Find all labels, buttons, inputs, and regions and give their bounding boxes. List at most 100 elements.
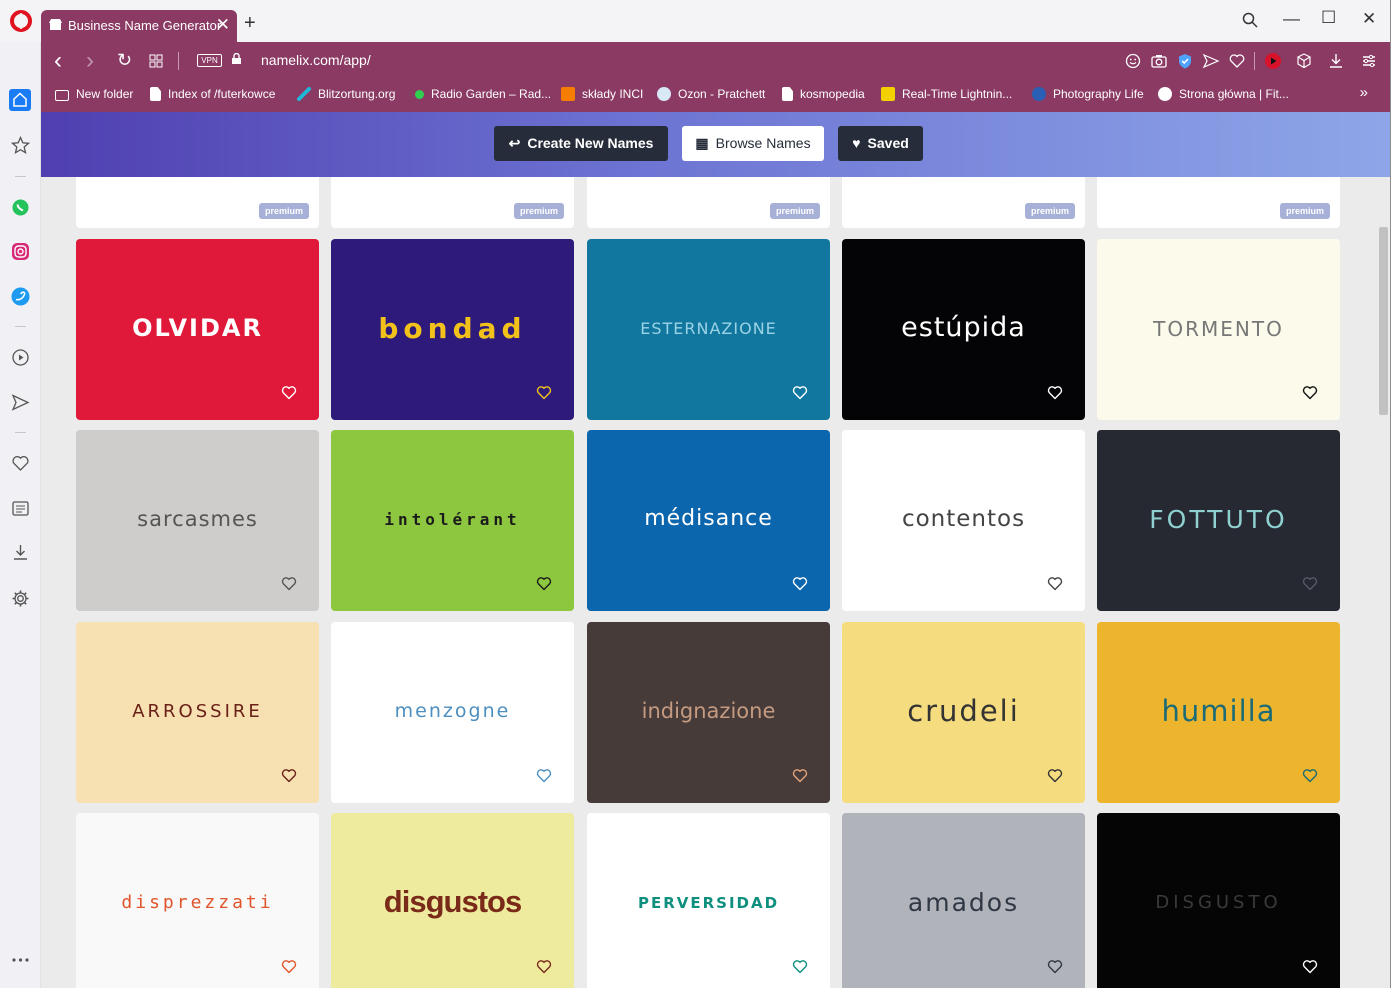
- name-card[interactable]: FOTTUTO: [1097, 430, 1340, 611]
- name-card[interactable]: estúpida: [842, 239, 1085, 420]
- save-heart-icon[interactable]: [792, 576, 808, 591]
- easy-setup-menu-icon[interactable]: [1360, 52, 1378, 70]
- forward-button[interactable]: ›: [86, 47, 94, 75]
- camera-icon[interactable]: [1150, 52, 1168, 70]
- save-heart-icon[interactable]: [281, 768, 297, 783]
- settings-gear-icon[interactable]: [10, 588, 31, 609]
- back-button[interactable]: ‹: [54, 47, 62, 75]
- name-card[interactable]: humilla: [1097, 622, 1340, 803]
- tabs-grid-icon[interactable]: [149, 54, 163, 68]
- sidebar: [0, 42, 41, 988]
- bookmark-item[interactable]: Ozon - Pratchett: [657, 87, 765, 101]
- name-card[interactable]: PERVERSIDAD: [587, 813, 830, 988]
- maximize-button[interactable]: ☐: [1321, 8, 1336, 28]
- save-heart-icon[interactable]: [792, 385, 808, 400]
- bookmark-item[interactable]: składy INCI: [561, 87, 643, 101]
- bookmark-item[interactable]: Blitzortung.org: [297, 87, 395, 101]
- name-card[interactable]: indignazione: [587, 622, 830, 803]
- save-heart-icon[interactable]: [792, 768, 808, 783]
- save-heart-icon[interactable]: [536, 385, 552, 400]
- tab-close-icon[interactable]: ✕: [216, 15, 230, 35]
- bookmarks-more-icon[interactable]: »: [1360, 84, 1368, 101]
- create-new-names-button[interactable]: ↩ Create New Names: [494, 126, 668, 161]
- premium-badge: premium: [1024, 203, 1075, 219]
- opera-logo-icon[interactable]: [10, 10, 32, 32]
- save-heart-icon[interactable]: [1047, 385, 1063, 400]
- saved-button[interactable]: ♥ Saved: [838, 126, 923, 161]
- new-tab-button[interactable]: +: [244, 13, 256, 33]
- save-heart-icon[interactable]: [1047, 959, 1063, 974]
- save-heart-icon[interactable]: [536, 959, 552, 974]
- bookmark-item[interactable]: Photography Life: [1032, 87, 1144, 101]
- star-icon[interactable]: [10, 135, 31, 156]
- name-card[interactable]: ESTERNAZIONE: [587, 239, 830, 420]
- twitter-icon[interactable]: [10, 286, 31, 307]
- name-card[interactable]: bondad: [331, 239, 574, 420]
- more-dots-icon[interactable]: [10, 956, 31, 964]
- save-heart-icon[interactable]: [536, 576, 552, 591]
- bookmark-item[interactable]: Real-Time Lightnin...: [881, 87, 1012, 101]
- name-card[interactable]: intolérant: [331, 430, 574, 611]
- name-card[interactable]: disgustos: [331, 813, 574, 988]
- bookmark-item[interactable]: Radio Garden – Rad...: [415, 87, 551, 101]
- page-content: premium premium premium premium premium OLVID…: [41, 112, 1390, 988]
- save-heart-icon[interactable]: [1047, 768, 1063, 783]
- heart-outline-icon[interactable]: [1228, 52, 1246, 70]
- send-icon[interactable]: [10, 392, 31, 413]
- name-card[interactable]: TORMENTO: [1097, 239, 1340, 420]
- youtube-player-icon[interactable]: [1264, 52, 1282, 70]
- browse-names-button[interactable]: ▦ Browse Names: [682, 126, 824, 161]
- save-heart-icon[interactable]: [1302, 959, 1318, 974]
- business-name: ESTERNAZIONE: [640, 319, 777, 338]
- lock-icon[interactable]: [231, 53, 242, 64]
- store-icon: [49, 19, 62, 30]
- bookmark-item[interactable]: Index of /futerkowce: [150, 87, 275, 101]
- name-card[interactable]: médisance: [587, 430, 830, 611]
- bookmark-item[interactable]: Strona główna | Fit...: [1158, 87, 1289, 101]
- name-card[interactable]: ARROSSIRE: [76, 622, 319, 803]
- name-card[interactable]: OLVIDAR: [76, 239, 319, 420]
- name-card[interactable]: DISGUSTO: [1097, 813, 1340, 988]
- saved-label: Saved: [867, 135, 909, 151]
- download-icon[interactable]: [1327, 52, 1345, 70]
- search-icon[interactable]: [1242, 12, 1258, 28]
- save-heart-icon[interactable]: [536, 768, 552, 783]
- name-card[interactable]: amados: [842, 813, 1085, 988]
- lightning-line-icon: [297, 87, 311, 101]
- extension-cube-icon[interactable]: [1295, 52, 1313, 70]
- heart-icon[interactable]: [10, 453, 31, 474]
- shield-icon[interactable]: [1176, 52, 1194, 70]
- player-icon[interactable]: [10, 347, 31, 368]
- name-card[interactable]: contentos: [842, 430, 1085, 611]
- whatsapp-icon[interactable]: [10, 197, 31, 218]
- save-heart-icon[interactable]: [1302, 768, 1318, 783]
- save-heart-icon[interactable]: [281, 385, 297, 400]
- bookmark-item[interactable]: New folder: [55, 87, 133, 101]
- news-icon[interactable]: [10, 498, 31, 519]
- scrollbar-thumb[interactable]: [1379, 227, 1388, 415]
- save-heart-icon[interactable]: [1302, 576, 1318, 591]
- save-heart-icon[interactable]: [792, 959, 808, 974]
- close-window-button[interactable]: ✕: [1362, 9, 1376, 29]
- url-field[interactable]: namelix.com/app/: [261, 52, 371, 68]
- name-card[interactable]: sarcasmes: [76, 430, 319, 611]
- tab-business-name-generator[interactable]: Business Name Generator ✕: [41, 10, 237, 42]
- minimize-button[interactable]: —: [1283, 9, 1300, 29]
- home-icon[interactable]: [9, 89, 31, 111]
- emoji-icon[interactable]: [1124, 52, 1142, 70]
- bookmark-item[interactable]: kosmopedia: [782, 87, 865, 101]
- name-card[interactable]: crudeli: [842, 622, 1085, 803]
- save-heart-icon[interactable]: [1047, 576, 1063, 591]
- scrollbar[interactable]: [1375, 177, 1390, 988]
- save-heart-icon[interactable]: [281, 576, 297, 591]
- instagram-icon[interactable]: [10, 241, 31, 262]
- save-heart-icon[interactable]: [1302, 385, 1318, 400]
- vpn-badge[interactable]: VPN: [197, 54, 222, 67]
- send-icon[interactable]: [1202, 52, 1220, 70]
- save-heart-icon[interactable]: [281, 959, 297, 974]
- name-card[interactable]: disprezzati: [76, 813, 319, 988]
- name-card[interactable]: menzogne: [331, 622, 574, 803]
- download-icon[interactable]: [10, 542, 31, 563]
- reload-button[interactable]: ↻: [117, 50, 132, 71]
- browse-names-label: Browse Names: [715, 135, 811, 151]
